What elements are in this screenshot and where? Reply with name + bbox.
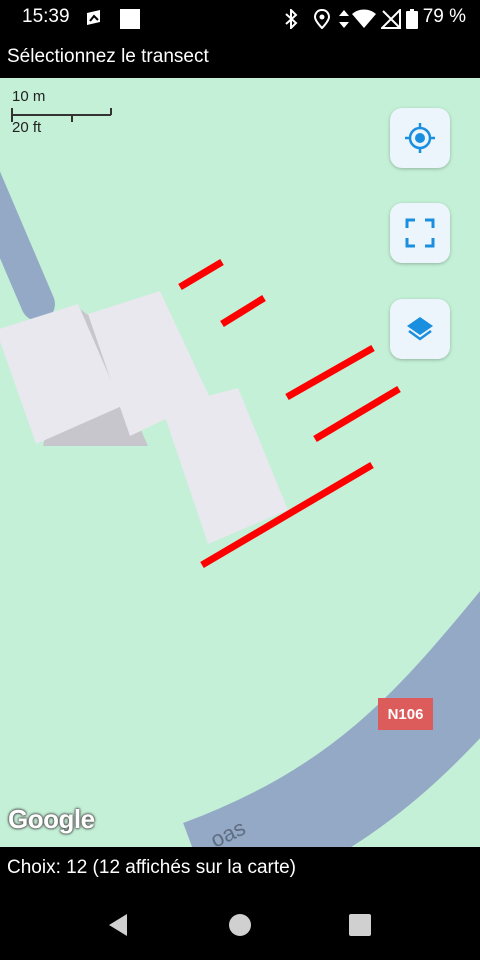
data-transfer-icon [339, 10, 349, 28]
selection-count: Choix: 12 (12 affichés sur la carte) [7, 857, 297, 878]
scale-bar: 10 m 20 ft [11, 88, 121, 138]
gallery-icon [87, 10, 100, 25]
fullscreen-button[interactable] [390, 203, 450, 263]
google-logo: Google [8, 804, 95, 834]
layers-icon [407, 317, 433, 341]
map-view[interactable]: oas 10 m 20 ft N106 Google [0, 78, 480, 847]
transect-line[interactable] [220, 295, 266, 327]
road-label: N106 [378, 698, 433, 730]
page-title: Sélectionnez le transect [7, 46, 209, 67]
main-road-n106 [182, 591, 480, 847]
crosshair-location-icon [405, 123, 435, 153]
status-bar: 15:39 79 % [0, 0, 480, 36]
selection-footer: Choix: 12 (12 affichés sur la carte) [0, 847, 480, 889]
battery-icon [406, 9, 418, 29]
notification-square-icon [120, 9, 140, 29]
back-icon[interactable] [105, 911, 133, 939]
scale-imperial: 20 ft [12, 119, 42, 136]
side-road [0, 171, 55, 321]
navigation-bar [0, 889, 480, 960]
transect-line[interactable] [178, 258, 224, 291]
building [162, 388, 288, 544]
my-location-button[interactable] [390, 108, 450, 168]
location-icon [314, 9, 330, 29]
layers-button[interactable] [390, 299, 450, 359]
map-canvas: oas [0, 171, 480, 847]
home-icon[interactable] [226, 911, 254, 939]
wifi-icon [352, 9, 376, 28]
fullscreen-icon [405, 218, 435, 248]
transect-line[interactable] [313, 385, 401, 443]
buildings [0, 291, 288, 544]
title-bar: Sélectionnez le transect [0, 36, 480, 78]
scale-metric: 10 m [12, 88, 46, 105]
recents-icon[interactable] [346, 911, 374, 939]
bluetooth-icon [285, 9, 298, 29]
transect-line[interactable] [285, 344, 375, 401]
no-sim-icon [381, 9, 401, 29]
status-time: 15:39 [22, 6, 70, 27]
battery-percent: 79 % [422, 6, 466, 27]
